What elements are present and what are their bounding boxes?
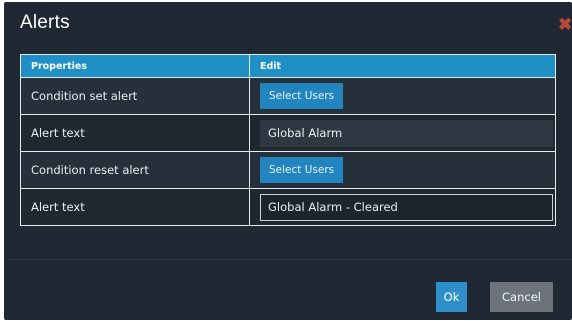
footer-divider [4,259,572,260]
column-header-properties: Properties [20,54,250,78]
table-row-alert-text-cleared: Alert text Global Alarm - Cleared [20,188,556,226]
table-row-condition-set-alert: Condition set alert Select Users [20,77,556,115]
row-edit-cell: Select Users [249,77,556,115]
alert-text-field[interactable]: Global Alarm [260,119,553,147]
row-edit-cell: Select Users [249,151,556,189]
table-row-alert-text: Alert text Global Alarm [20,114,556,152]
select-users-button[interactable]: Select Users [260,157,344,183]
row-label: Alert text [20,188,250,226]
select-users-button[interactable]: Select Users [260,83,344,109]
row-edit-cell: Global Alarm - Cleared [249,188,556,226]
table-row-condition-reset-alert: Condition reset alert Select Users [20,151,556,189]
close-icon[interactable]: ✖ [558,16,572,34]
cancel-button[interactable]: Cancel [490,282,553,312]
row-label: Condition set alert [20,77,250,115]
table-header-row: Properties Edit [20,54,556,78]
row-label: Condition reset alert [20,151,250,189]
ok-button[interactable]: Ok [436,282,467,312]
dialog-title: Alerts [20,12,70,33]
row-label: Alert text [20,114,250,152]
alerts-dialog: Alerts ✖ Properties Edit Condition set a… [4,2,572,320]
alert-text-cleared-field[interactable]: Global Alarm - Cleared [260,193,553,221]
row-edit-cell: Global Alarm [249,114,556,152]
properties-table: Properties Edit Condition set alert Sele… [20,54,556,226]
column-header-edit: Edit [249,54,556,78]
